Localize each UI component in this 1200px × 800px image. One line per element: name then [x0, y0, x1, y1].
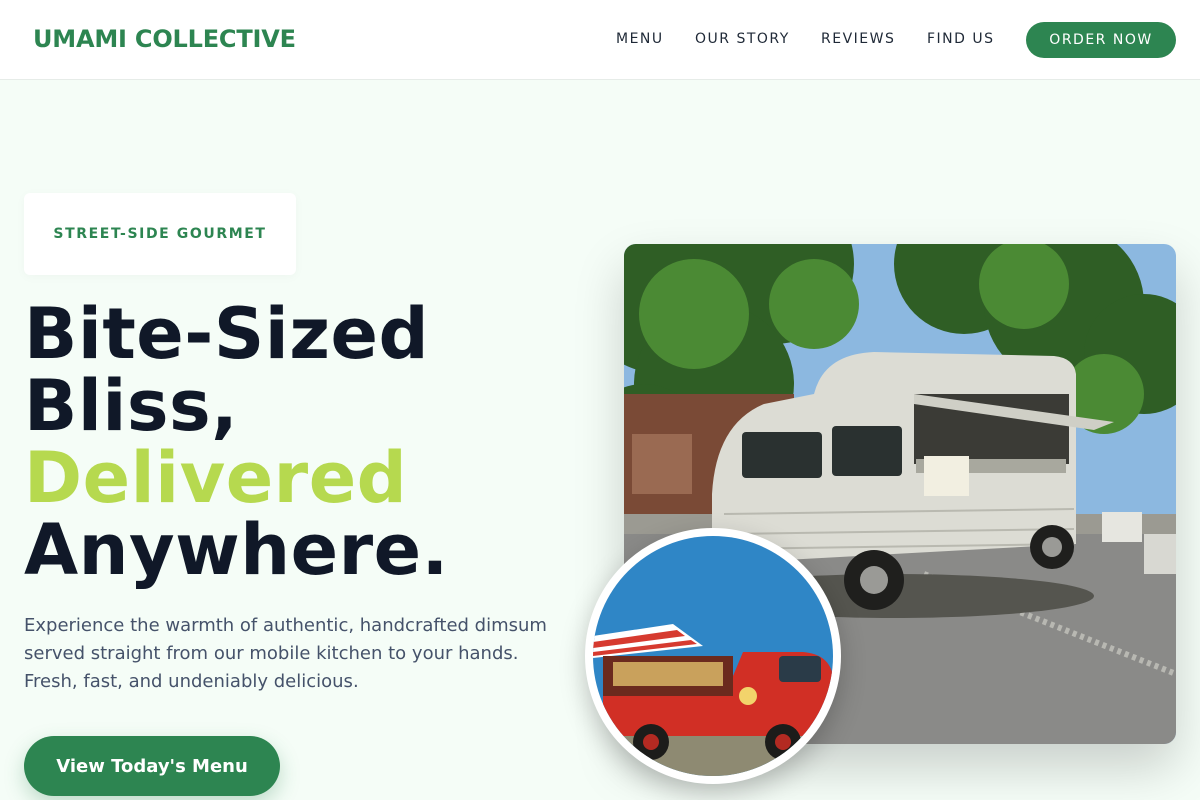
red-van-illustration [593, 536, 833, 776]
inset-food-van-photo [585, 528, 841, 784]
view-menu-button[interactable]: View Today's Menu [24, 736, 280, 796]
order-now-button[interactable]: ORDER NOW [1026, 22, 1176, 58]
nav-link-our-story[interactable]: OUR STORY [695, 31, 790, 47]
top-nav: UMAMI COLLECTIVE MENU OUR STORY REVIEWS … [0, 0, 1200, 80]
hero-tag: STREET-SIDE GOURMET [24, 193, 296, 275]
headline-line-1: Bite-Sized [24, 293, 430, 375]
hero-headline: Bite-Sized Bliss, Delivered Anywhere. [24, 298, 449, 586]
nav-link-find-us[interactable]: FIND US [927, 31, 995, 47]
nav-link-menu[interactable]: MENU [616, 31, 664, 47]
nav-link-reviews[interactable]: REVIEWS [821, 31, 895, 47]
headline-accent: Delivered [24, 437, 408, 519]
headline-line-2: Bliss, [24, 365, 239, 447]
brand-logo[interactable]: UMAMI COLLECTIVE [33, 25, 296, 53]
headline-line-4: Anywhere. [24, 509, 449, 591]
hero-description: Experience the warmth of authentic, hand… [24, 615, 547, 692]
